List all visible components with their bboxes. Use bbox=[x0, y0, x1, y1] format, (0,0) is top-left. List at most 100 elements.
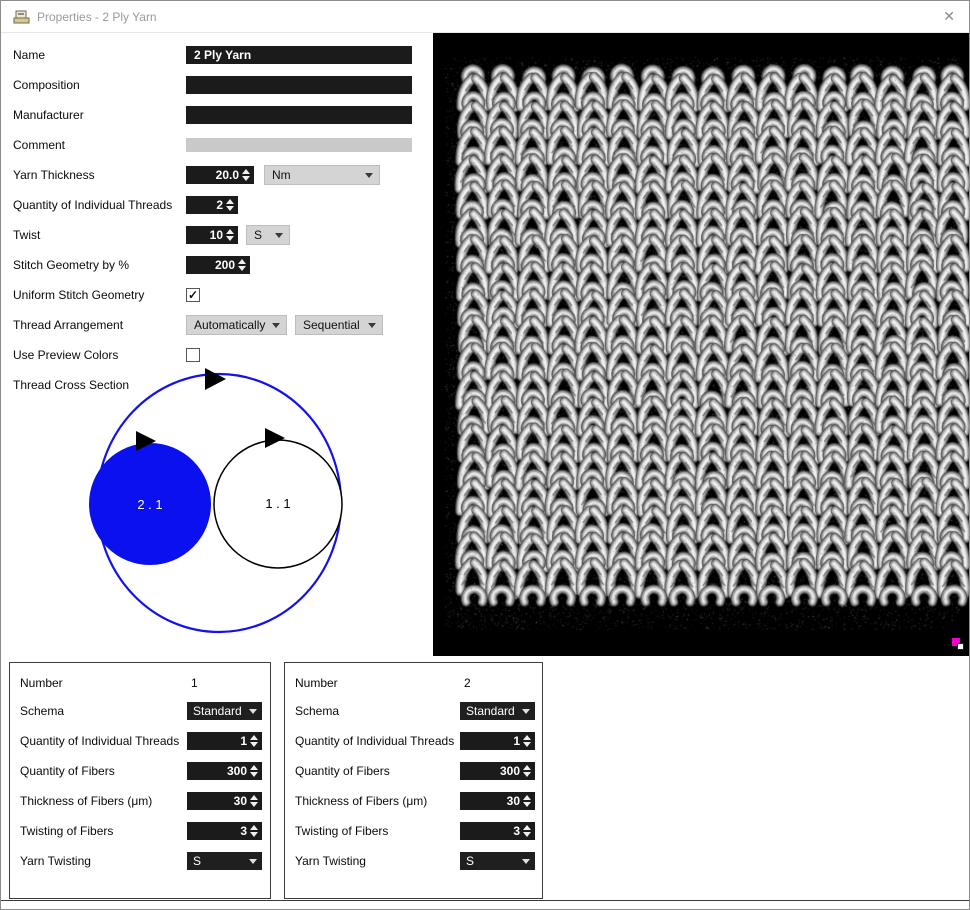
quantity-fibers-input[interactable]: 300 bbox=[187, 762, 262, 780]
close-button[interactable]: ✕ bbox=[943, 8, 955, 25]
titlebar: Properties - 2 Ply Yarn ✕ bbox=[1, 1, 969, 33]
properties-window: Properties - 2 Ply Yarn ✕ Name 2 Ply Yar… bbox=[0, 0, 970, 910]
number-label: Number bbox=[295, 675, 338, 691]
yarn-thickness-label: Yarn Thickness bbox=[13, 167, 95, 183]
chevron-down-icon bbox=[522, 709, 530, 714]
quantity-threads-input[interactable]: 1 bbox=[187, 732, 262, 750]
chevron-down-icon bbox=[365, 173, 373, 178]
quantity-threads-label: Quantity of Individual Threads bbox=[13, 197, 172, 213]
schema-select[interactable]: Standard bbox=[460, 702, 535, 720]
spinner-down-icon[interactable] bbox=[238, 266, 246, 271]
stepper[interactable] bbox=[520, 735, 535, 747]
yarn-thickness-unit-select[interactable]: Nm bbox=[264, 165, 380, 185]
spinner-down-icon[interactable] bbox=[523, 802, 531, 807]
fiber-thickness-input[interactable]: 30 bbox=[460, 792, 535, 810]
spinner-up-icon[interactable] bbox=[242, 169, 250, 174]
yarn-thickness-stepper[interactable] bbox=[239, 169, 254, 181]
yarn-twisting-select[interactable]: S bbox=[460, 852, 535, 870]
yarn-thickness-unit-value: Nm bbox=[272, 168, 291, 182]
twist-direction-select[interactable]: S bbox=[246, 225, 290, 245]
quantity-threads-input[interactable]: 1 bbox=[460, 732, 535, 750]
use-preview-colors-label: Use Preview Colors bbox=[13, 347, 118, 363]
knit-render-canvas[interactable] bbox=[433, 33, 970, 656]
spinner-up-icon[interactable] bbox=[523, 825, 531, 830]
schema-label: Schema bbox=[295, 703, 339, 719]
quantity-threads-value[interactable]: 1 bbox=[187, 734, 247, 748]
number-label: Number bbox=[20, 675, 63, 691]
quantity-fibers-input[interactable]: 300 bbox=[460, 762, 535, 780]
fiber-twisting-input[interactable]: 3 bbox=[460, 822, 535, 840]
yarn-thickness-input[interactable]: 20.0 bbox=[186, 166, 254, 184]
fiber-thickness-value[interactable]: 30 bbox=[187, 794, 247, 808]
stitch-geometry-input[interactable]: 200 bbox=[186, 256, 250, 274]
stepper[interactable] bbox=[520, 765, 535, 777]
yarn-thickness-value[interactable]: 20.0 bbox=[186, 168, 239, 182]
name-input[interactable]: 2 Ply Yarn bbox=[186, 46, 412, 64]
yarn-twisting-select[interactable]: S bbox=[187, 852, 262, 870]
spinner-down-icon[interactable] bbox=[523, 742, 531, 747]
fiber-thickness-value[interactable]: 30 bbox=[460, 794, 520, 808]
twist-input[interactable]: 10 bbox=[186, 226, 238, 244]
spinner-down-icon[interactable] bbox=[250, 832, 258, 837]
quantity-fibers-label: Quantity of Fibers bbox=[20, 763, 115, 779]
spinner-down-icon[interactable] bbox=[250, 802, 258, 807]
quantity-threads-input[interactable]: 2 bbox=[186, 196, 238, 214]
spinner-up-icon[interactable] bbox=[523, 795, 531, 800]
yarn-3d-preview[interactable] bbox=[433, 33, 970, 656]
stitch-geometry-stepper[interactable] bbox=[235, 259, 250, 271]
schema-value: Standard bbox=[466, 704, 515, 718]
manufacturer-label: Manufacturer bbox=[13, 107, 84, 123]
spinner-down-icon[interactable] bbox=[242, 176, 250, 181]
spinner-down-icon[interactable] bbox=[250, 772, 258, 777]
spinner-down-icon[interactable] bbox=[226, 236, 234, 241]
number-value: 1 bbox=[191, 675, 198, 691]
spinner-up-icon[interactable] bbox=[238, 259, 246, 264]
yarn-twisting-label: Yarn Twisting bbox=[295, 853, 366, 869]
stitch-geometry-value[interactable]: 200 bbox=[186, 258, 235, 272]
spinner-up-icon[interactable] bbox=[226, 199, 234, 204]
twist-label: Twist bbox=[13, 227, 40, 243]
composition-input[interactable] bbox=[186, 76, 412, 94]
spinner-up-icon[interactable] bbox=[250, 795, 258, 800]
stepper[interactable] bbox=[247, 735, 262, 747]
stepper[interactable] bbox=[520, 795, 535, 807]
schema-select[interactable]: Standard bbox=[187, 702, 262, 720]
stepper[interactable] bbox=[247, 825, 262, 837]
composition-label: Composition bbox=[13, 77, 80, 93]
stepper[interactable] bbox=[247, 765, 262, 777]
uniform-stitch-checkbox[interactable]: ✓ bbox=[186, 288, 200, 302]
fiber-thickness-input[interactable]: 30 bbox=[187, 792, 262, 810]
stepper[interactable] bbox=[247, 795, 262, 807]
use-preview-colors-checkbox[interactable] bbox=[186, 348, 200, 362]
thread-1-label: 1 . 1 bbox=[265, 496, 290, 511]
thread-panel-1: Number 1 Schema Standard Quantity of Ind… bbox=[9, 662, 271, 899]
quantity-threads-value[interactable]: 1 bbox=[460, 734, 520, 748]
spinner-down-icon[interactable] bbox=[226, 206, 234, 211]
spinner-down-icon[interactable] bbox=[523, 832, 531, 837]
thread-arrangement-order-select[interactable]: Sequential bbox=[295, 315, 383, 335]
spinner-up-icon[interactable] bbox=[523, 735, 531, 740]
fiber-thickness-label: Thickness of Fibers (μm) bbox=[20, 793, 152, 809]
quantity-threads-value[interactable]: 2 bbox=[186, 198, 223, 212]
spinner-down-icon[interactable] bbox=[523, 772, 531, 777]
spinner-up-icon[interactable] bbox=[250, 825, 258, 830]
thread-arrangement-mode-select[interactable]: Automatically bbox=[186, 315, 287, 335]
stepper[interactable] bbox=[520, 825, 535, 837]
spinner-up-icon[interactable] bbox=[523, 765, 531, 770]
spinner-up-icon[interactable] bbox=[226, 229, 234, 234]
fiber-twisting-value[interactable]: 3 bbox=[460, 824, 520, 838]
quantity-fibers-value[interactable]: 300 bbox=[187, 764, 247, 778]
spinner-down-icon[interactable] bbox=[250, 742, 258, 747]
twist-value[interactable]: 10 bbox=[186, 228, 223, 242]
fiber-twisting-value[interactable]: 3 bbox=[187, 824, 247, 838]
fiber-twisting-input[interactable]: 3 bbox=[187, 822, 262, 840]
twist-stepper[interactable] bbox=[223, 229, 238, 241]
quantity-fibers-label: Quantity of Fibers bbox=[295, 763, 390, 779]
viewport-corner-icon[interactable] bbox=[952, 638, 965, 651]
comment-input[interactable] bbox=[186, 138, 412, 152]
spinner-up-icon[interactable] bbox=[250, 765, 258, 770]
quantity-threads-stepper[interactable] bbox=[223, 199, 238, 211]
spinner-up-icon[interactable] bbox=[250, 735, 258, 740]
manufacturer-input[interactable] bbox=[186, 106, 412, 124]
quantity-fibers-value[interactable]: 300 bbox=[460, 764, 520, 778]
